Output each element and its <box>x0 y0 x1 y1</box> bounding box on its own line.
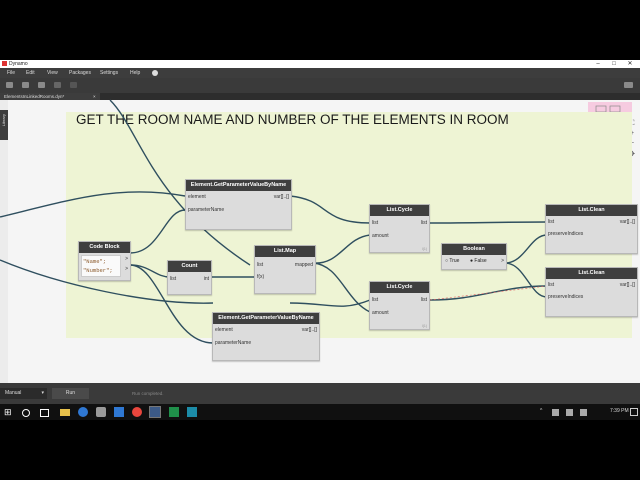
output-port[interactable]: var[]..[] <box>620 282 635 288</box>
node-list-clean-2[interactable]: List.Clean list preserveIndices var[]..[… <box>545 267 638 317</box>
chrome-icon[interactable] <box>132 407 142 417</box>
input-port-element[interactable]: element <box>188 194 206 200</box>
node-count[interactable]: Count list int <box>167 260 212 295</box>
lacing-indicator: l(1) <box>421 324 427 328</box>
output-port[interactable]: var[]..[] <box>620 219 635 225</box>
node-list-cycle-2[interactable]: List.Cycle list amount list l(1) <box>369 281 430 330</box>
input-port-parameter-name[interactable]: parameterName <box>188 207 224 213</box>
output-port[interactable]: var[]..[] <box>274 194 289 200</box>
shield-icon[interactable] <box>96 407 106 417</box>
node-title: Element.GetParameterValueByName <box>186 180 291 191</box>
clock[interactable]: 7:39 PM <box>610 408 629 414</box>
output-port-list[interactable]: list <box>421 220 427 226</box>
tray-chevron-up-icon[interactable]: ^ <box>540 408 542 414</box>
wires <box>0 99 548 344</box>
camtasia-icon[interactable] <box>187 407 197 417</box>
wire <box>312 234 371 264</box>
node-list-cycle-1[interactable]: List.Cycle list amount list l(1) <box>369 204 430 253</box>
node-list-map[interactable]: List.Map list f(x) mapped <box>254 245 316 294</box>
node-list-clean-1[interactable]: List.Clean list preserveIndices var[]..[… <box>545 204 638 254</box>
output-port-mapped[interactable]: mapped <box>295 262 313 268</box>
run-button[interactable]: Run <box>52 388 89 399</box>
input-port-function[interactable]: f(x) <box>257 274 264 280</box>
input-port-list[interactable]: list <box>548 219 554 225</box>
input-port-preserve-indices[interactable]: preserveIndices <box>548 231 583 237</box>
wire <box>504 234 548 264</box>
code-line: "Name"; <box>83 258 107 265</box>
output-port[interactable]: > <box>125 266 128 272</box>
input-port-parameter-name[interactable]: parameterName <box>215 340 251 346</box>
node-code-block[interactable]: Code Block "Name"; "Number"; > > <box>78 241 131 281</box>
radio-true-label: True <box>449 258 460 264</box>
radio-true[interactable]: ○ True <box>445 258 459 264</box>
chevron-down-icon: ▾ <box>41 390 44 396</box>
input-port-preserve-indices[interactable]: preserveIndices <box>548 294 583 300</box>
node-title: List.Cycle <box>370 205 429 216</box>
status-bar: Manual ▾ Run Run completed. <box>0 383 640 404</box>
node-title: List.Map <box>255 246 315 257</box>
code-line: "Number"; <box>83 267 113 274</box>
wire <box>504 262 548 298</box>
wire <box>0 191 186 218</box>
volume-icon[interactable] <box>580 409 587 416</box>
radio-false-label: False <box>474 258 487 264</box>
input-port-list[interactable]: list <box>548 282 554 288</box>
run-mode-value: Manual <box>5 390 22 396</box>
output-port-int[interactable]: int <box>204 276 209 282</box>
node-title: Count <box>168 261 211 272</box>
node-title: Boolean <box>442 244 506 255</box>
output-port[interactable]: > <box>125 256 128 262</box>
revit-icon[interactable] <box>149 406 161 418</box>
output-port[interactable]: var[]..[] <box>302 327 317 333</box>
output-port-list[interactable]: list <box>421 297 427 303</box>
node-title: List.Clean <box>546 205 637 216</box>
node-boolean[interactable]: Boolean ○ True ● False > <box>441 243 507 270</box>
output-port[interactable]: > <box>501 258 504 264</box>
file-explorer-icon[interactable] <box>60 409 70 416</box>
outlook-icon[interactable] <box>114 407 124 417</box>
node-title: List.Clean <box>546 268 637 279</box>
code-editor[interactable]: "Name"; "Number"; <box>81 255 121 277</box>
node-title: List.Cycle <box>370 282 429 293</box>
battery-icon[interactable] <box>566 409 573 416</box>
input-port-list[interactable]: list <box>372 297 378 303</box>
run-mode-dropdown[interactable]: Manual ▾ <box>0 388 47 399</box>
node-get-parameter-value-1[interactable]: Element.GetParameterValueByName element … <box>185 179 292 230</box>
windows-taskbar: ⊞ ^ 7:39 PM <box>0 404 640 420</box>
node-get-parameter-value-2[interactable]: Element.GetParameterValueByName element … <box>212 312 320 361</box>
node-title: Element.GetParameterValueByName <box>213 313 319 324</box>
input-port-list[interactable]: list <box>170 276 176 282</box>
input-port-amount[interactable]: amount <box>372 310 389 316</box>
radio-false[interactable]: ● False <box>470 258 487 264</box>
wire <box>289 195 371 224</box>
dynamo-window: Dynamo – □ ✕ File Edit View Packages Set… <box>0 60 640 404</box>
input-port-list[interactable]: list <box>257 262 263 268</box>
task-view-icon[interactable] <box>40 409 49 417</box>
wire <box>429 221 548 224</box>
windows-start-icon[interactable]: ⊞ <box>4 407 14 417</box>
network-icon[interactable] <box>552 409 559 416</box>
notifications-icon[interactable] <box>630 408 638 416</box>
search-icon[interactable] <box>22 409 30 417</box>
excel-icon[interactable] <box>169 407 179 417</box>
edge-icon[interactable] <box>78 407 88 417</box>
input-port-element[interactable]: element <box>215 327 233 333</box>
lacing-indicator: l(1) <box>421 247 427 251</box>
node-title: Code Block <box>79 242 130 253</box>
input-port-list[interactable]: list <box>372 220 378 226</box>
input-port-amount[interactable]: amount <box>372 233 389 239</box>
wire <box>129 209 186 254</box>
run-status-message: Run completed. <box>132 391 164 396</box>
